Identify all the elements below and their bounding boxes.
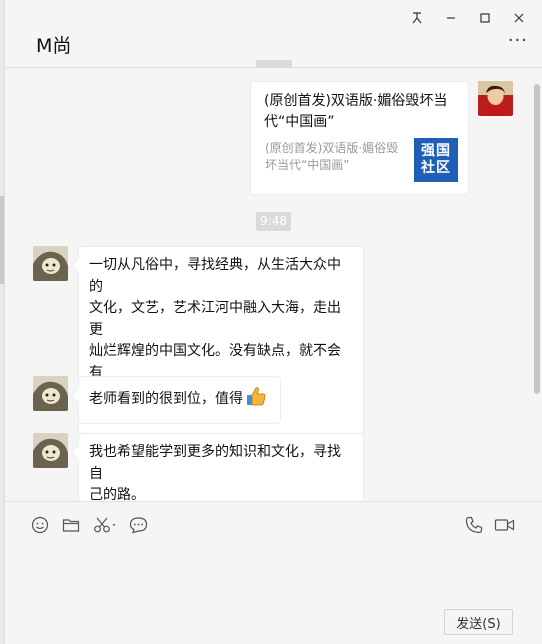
card-title: (原创首发)双语版·媚俗毁坏当代“中国画” — [264, 93, 448, 130]
left-edge-mark — [0, 196, 4, 284]
card-thumbnail: 强国 社区 — [414, 138, 458, 182]
message-1-line-1: 一切从凡俗中，寻找经典，从生活大众中的 — [89, 257, 341, 295]
more-options-button[interactable]: ··· — [508, 32, 528, 50]
contact-avatar[interactable] — [33, 376, 68, 411]
maximize-button[interactable] — [468, 6, 502, 30]
emoji-icon — [31, 516, 49, 534]
close-button[interactable] — [502, 6, 536, 30]
maximize-icon — [480, 13, 490, 23]
thumb-line-2: 社区 — [421, 160, 451, 176]
message-1-line-2: 文化，文艺，艺术江河中融入大海，走出更 — [89, 300, 341, 338]
message-list[interactable]: (原创首发)双语版·媚俗毁坏当代“中国画” (原创首发)双语版·媚俗毁坏当代“中… — [5, 69, 542, 501]
previous-message-stub — [256, 60, 292, 68]
window-controls — [400, 6, 536, 30]
minimize-icon — [447, 17, 455, 19]
input-toolbar — [5, 501, 542, 545]
chat-history-button[interactable] — [129, 515, 148, 535]
message-3-line-1: 我也希望能学到更多的知识和文化，寻找自 — [89, 444, 341, 482]
video-icon — [494, 519, 515, 531]
voice-call-button[interactable] — [465, 515, 483, 535]
chat-history-icon — [129, 517, 148, 534]
pin-icon — [412, 12, 422, 24]
video-call-button[interactable] — [494, 515, 515, 535]
chat-title: M尚 — [36, 35, 72, 57]
message-3-line-2: 己的路。 — [89, 487, 145, 501]
pin-button[interactable] — [400, 6, 434, 30]
send-file-button[interactable] — [62, 515, 80, 535]
folder-icon — [62, 519, 80, 532]
card-description: (原创首发)双语版·媚俗毁坏当代“中国画” — [265, 141, 399, 172]
minimize-button[interactable] — [434, 6, 468, 30]
message-2-text: 老师看到的很到位，值得 — [89, 391, 243, 407]
phone-icon — [465, 516, 483, 534]
thumbs-up-icon — [245, 385, 267, 415]
scissors-icon — [94, 517, 116, 533]
message-input[interactable] — [5, 545, 542, 605]
my-avatar[interactable] — [478, 81, 513, 116]
screenshot-button[interactable] — [93, 515, 119, 535]
contact-avatar[interactable] — [33, 246, 68, 281]
message-bubble-2[interactable]: 老师看到的很到位，值得 — [78, 376, 281, 424]
message-scrollbar[interactable] — [534, 84, 540, 394]
contact-avatar[interactable] — [33, 433, 68, 468]
close-icon — [514, 13, 524, 23]
emoji-button[interactable] — [31, 515, 49, 535]
thumb-line-1: 强国 — [421, 143, 451, 159]
shared-link-card[interactable]: (原创首发)双语版·媚俗毁坏当代“中国画” (原创首发)双语版·媚俗毁坏当代“中… — [250, 81, 469, 195]
timestamp-badge: 9:48 — [256, 212, 291, 231]
message-bubble-3[interactable]: 我也希望能学到更多的知识和文化，寻找自 己的路。 — [78, 433, 364, 501]
send-button[interactable]: 发送(S) — [444, 609, 513, 635]
